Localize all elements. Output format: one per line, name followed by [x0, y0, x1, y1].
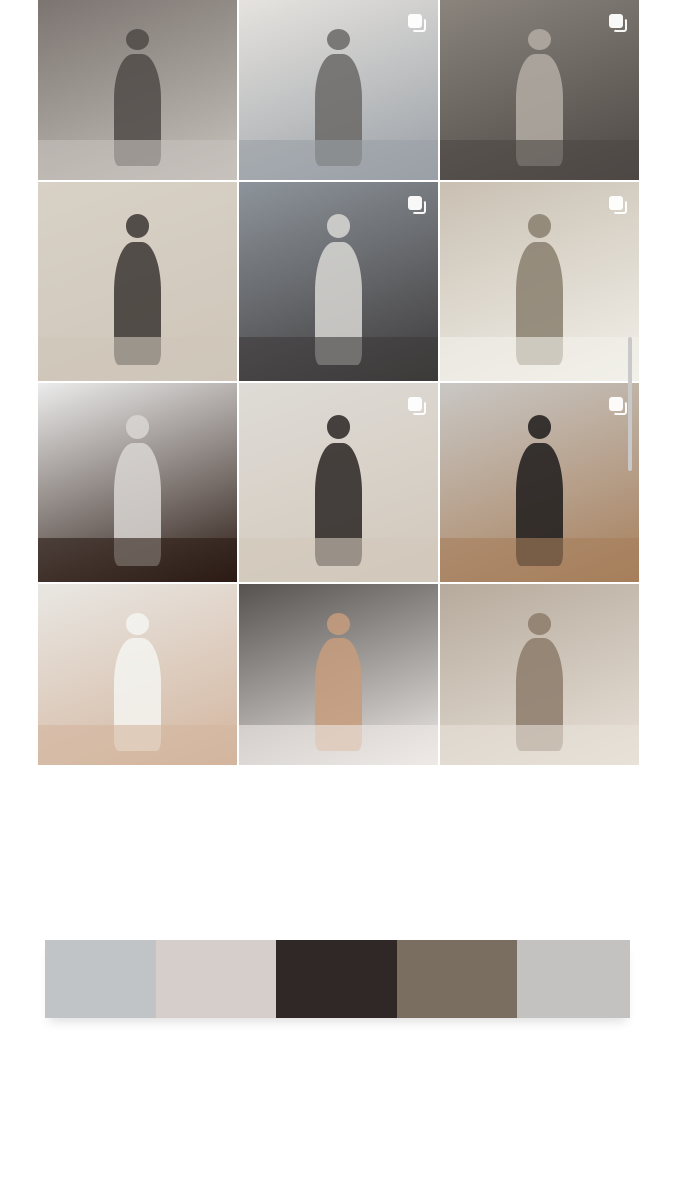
- post-tile-white-shirt-close-up[interactable]: [38, 584, 237, 765]
- photo-ground: [440, 725, 639, 765]
- photo-grid: [38, 0, 639, 765]
- carousel-icon-front: [609, 196, 623, 210]
- swatch-light-gray: [517, 940, 630, 1018]
- swatch-taupe: [397, 940, 517, 1018]
- post-tile-living-room-beige-sofa[interactable]: [440, 584, 639, 765]
- carousel-icon: [609, 14, 627, 32]
- color-palette: [45, 940, 630, 1018]
- post-tile-woman-black-jacket-paris-crosswalk[interactable]: [239, 182, 438, 381]
- photo-subject-head: [125, 213, 150, 238]
- post-tile-collage-of-poses-white-pants[interactable]: [38, 182, 237, 381]
- carousel-icon: [408, 14, 426, 32]
- photo-subject-head: [527, 612, 552, 635]
- photo-subject-head: [527, 213, 552, 238]
- carousel-icon-front: [609, 397, 623, 411]
- photo-ground: [38, 337, 237, 381]
- photo-ground: [38, 725, 237, 765]
- photo-ground: [440, 337, 639, 381]
- photo-ground: [440, 538, 639, 582]
- photo-subject-head: [125, 28, 150, 51]
- post-tile-coffee-cup-with-milk-pour[interactable]: [38, 383, 237, 582]
- photo-ground: [239, 538, 438, 582]
- photo-ground: [239, 337, 438, 381]
- swatch-dark-brown: [276, 940, 397, 1018]
- carousel-icon-front: [609, 14, 623, 28]
- carousel-icon: [609, 397, 627, 415]
- photo-subject-head: [326, 414, 351, 439]
- photo-ground: [38, 538, 237, 582]
- post-tile-woman-camel-jacket-leaning-wall[interactable]: [440, 383, 639, 582]
- photo-subject-head: [527, 414, 552, 439]
- carousel-icon-front: [408, 196, 422, 210]
- photo-subject-head: [326, 213, 351, 238]
- photo-subject-head: [326, 612, 351, 635]
- post-tile-woman-white-sweater-bed[interactable]: [239, 584, 438, 765]
- photo-subject-head: [527, 28, 552, 51]
- photo-ground: [239, 725, 438, 765]
- carousel-icon: [408, 196, 426, 214]
- photo-ground: [440, 140, 639, 180]
- post-tile-woman-in-warehouse[interactable]: [440, 0, 639, 180]
- photo-ground: [239, 140, 438, 180]
- post-tile-woman-white-robe-armchair[interactable]: [440, 182, 639, 381]
- post-tile-woman-in-jeans-dancing[interactable]: [239, 0, 438, 180]
- post-tile-woman-beige-blazer-portrait[interactable]: [239, 383, 438, 582]
- carousel-icon-front: [408, 14, 422, 28]
- carousel-icon: [609, 196, 627, 214]
- carousel-icon: [408, 397, 426, 415]
- post-tile-woman-in-gray-suit-paris-street[interactable]: [38, 0, 237, 180]
- photo-ground: [38, 140, 237, 180]
- swatch-greige: [156, 940, 276, 1018]
- photo-subject-head: [125, 612, 150, 635]
- photo-subject-head: [326, 28, 351, 51]
- swatch-light-gray-blue: [45, 940, 156, 1018]
- photo-subject-head: [125, 414, 150, 439]
- carousel-icon-front: [408, 397, 422, 411]
- scrollbar[interactable]: [628, 337, 632, 471]
